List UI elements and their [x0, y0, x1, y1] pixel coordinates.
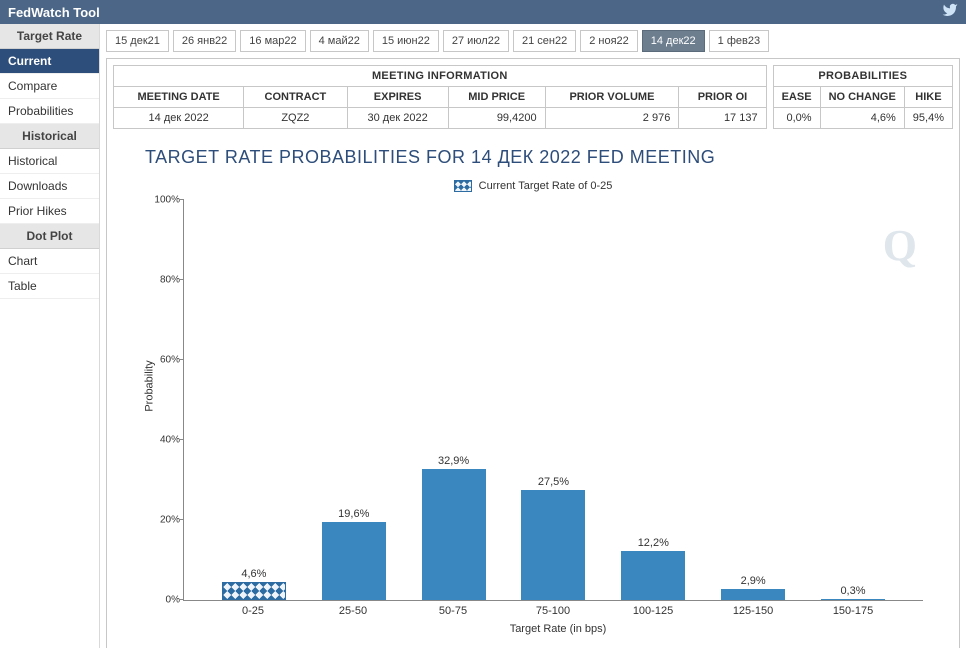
bar-value-label: 0,3% [840, 585, 865, 597]
chart-legend: Current Target Rate of 0-25 [133, 180, 933, 192]
chart-title: TARGET RATE PROBABILITIES FOR 14 ДЕК 202… [145, 147, 933, 168]
app-title: FedWatch Tool [8, 5, 100, 20]
content-panel: MEETING INFORMATION MEETING DATECONTRACT… [106, 58, 960, 648]
bar-value-label: 27,5% [538, 476, 569, 488]
sidebar-item[interactable]: Downloads [0, 174, 99, 199]
meeting-col-header: MID PRICE [448, 87, 545, 108]
x-axis-label: Target Rate (in bps) [183, 623, 933, 635]
meeting-col-header: MEETING DATE [114, 87, 244, 108]
chart-area: TARGET RATE PROBABILITIES FOR 14 ДЕК 202… [113, 135, 953, 635]
x-tick-label: 50-75 [413, 605, 493, 617]
bar [521, 490, 585, 600]
meeting-cell: ZQZ2 [244, 108, 347, 129]
prob-col-header: EASE [773, 87, 820, 108]
bar [422, 469, 486, 601]
sidebar-item[interactable]: Table [0, 274, 99, 299]
date-tab[interactable]: 4 май22 [310, 30, 369, 52]
prob-col-header: NO CHANGE [820, 87, 904, 108]
meeting-info-table: MEETING INFORMATION MEETING DATECONTRACT… [113, 65, 767, 129]
meeting-col-header: PRIOR VOLUME [545, 87, 679, 108]
date-tabs: 15 дек2126 янв2216 мар224 май2215 июн222… [106, 30, 960, 52]
sidebar-item[interactable]: Probabilities [0, 99, 99, 124]
date-tab[interactable]: 26 янв22 [173, 30, 236, 52]
date-tab[interactable]: 27 июл22 [443, 30, 509, 52]
y-axis-label: Probability [144, 360, 156, 411]
x-tick-label: 75-100 [513, 605, 593, 617]
y-tick-label: 80% [144, 275, 180, 286]
bar-value-label: 4,6% [241, 568, 266, 580]
x-tick-label: 25-50 [313, 605, 393, 617]
bar-value-label: 32,9% [438, 455, 469, 467]
bar [322, 522, 386, 600]
x-tick-label: 100-125 [613, 605, 693, 617]
sidebar-item[interactable]: Compare [0, 74, 99, 99]
bar [621, 551, 685, 600]
meeting-cell: 99,4200 [448, 108, 545, 129]
meeting-cell: 2 976 [545, 108, 679, 129]
legend-swatch-icon [454, 180, 472, 192]
sidebar-item[interactable]: Current [0, 49, 99, 74]
twitter-icon[interactable] [942, 2, 958, 23]
probabilities-heading: PROBABILITIES [773, 66, 952, 87]
date-tab[interactable]: 2 ноя22 [580, 30, 638, 52]
bar [721, 589, 785, 601]
date-tab[interactable]: 14 дек22 [642, 30, 705, 52]
date-tab[interactable]: 15 дек21 [106, 30, 169, 52]
bar-value-label: 19,6% [338, 508, 369, 520]
meeting-cell: 14 дек 2022 [114, 108, 244, 129]
meeting-info-heading: MEETING INFORMATION [114, 66, 767, 87]
sidebar-group-heading: Target Rate [0, 24, 99, 49]
bar [821, 599, 885, 600]
sidebar: Target RateCurrentCompareProbabilitiesHi… [0, 24, 100, 648]
date-tab[interactable]: 16 мар22 [240, 30, 305, 52]
y-tick-label: 60% [144, 355, 180, 366]
y-tick-label: 20% [144, 515, 180, 526]
x-tick-label: 0-25 [213, 605, 293, 617]
date-tab[interactable]: 1 фев23 [709, 30, 769, 52]
probabilities-table: PROBABILITIES EASENO CHANGEHIKE 0,0%4,6%… [773, 65, 953, 129]
meeting-col-header: CONTRACT [244, 87, 347, 108]
prob-cell: 0,0% [773, 108, 820, 129]
sidebar-group-heading: Dot Plot [0, 224, 99, 249]
meeting-col-header: PRIOR OI [679, 87, 766, 108]
y-tick-label: 0% [144, 595, 180, 606]
meeting-cell: 17 137 [679, 108, 766, 129]
sidebar-item[interactable]: Chart [0, 249, 99, 274]
top-bar: FedWatch Tool [0, 0, 966, 24]
legend-label: Current Target Rate of 0-25 [479, 180, 613, 192]
y-tick-label: 100% [144, 195, 180, 206]
meeting-cell: 30 дек 2022 [347, 108, 448, 129]
sidebar-item[interactable]: Prior Hikes [0, 199, 99, 224]
sidebar-item[interactable]: Historical [0, 149, 99, 174]
chart-plot: Q Probability 4,6%19,6%32,9%27,5%12,2%2,… [183, 200, 923, 601]
prob-col-header: HIKE [904, 87, 952, 108]
y-tick-label: 40% [144, 435, 180, 446]
prob-cell: 4,6% [820, 108, 904, 129]
bar-value-label: 12,2% [638, 537, 669, 549]
date-tab[interactable]: 21 сен22 [513, 30, 576, 52]
bar-value-label: 2,9% [741, 575, 766, 587]
x-tick-label: 125-150 [713, 605, 793, 617]
meeting-col-header: EXPIRES [347, 87, 448, 108]
x-tick-label: 150-175 [813, 605, 893, 617]
bar [222, 582, 286, 600]
sidebar-group-heading: Historical [0, 124, 99, 149]
date-tab[interactable]: 15 июн22 [373, 30, 439, 52]
prob-cell: 95,4% [904, 108, 952, 129]
